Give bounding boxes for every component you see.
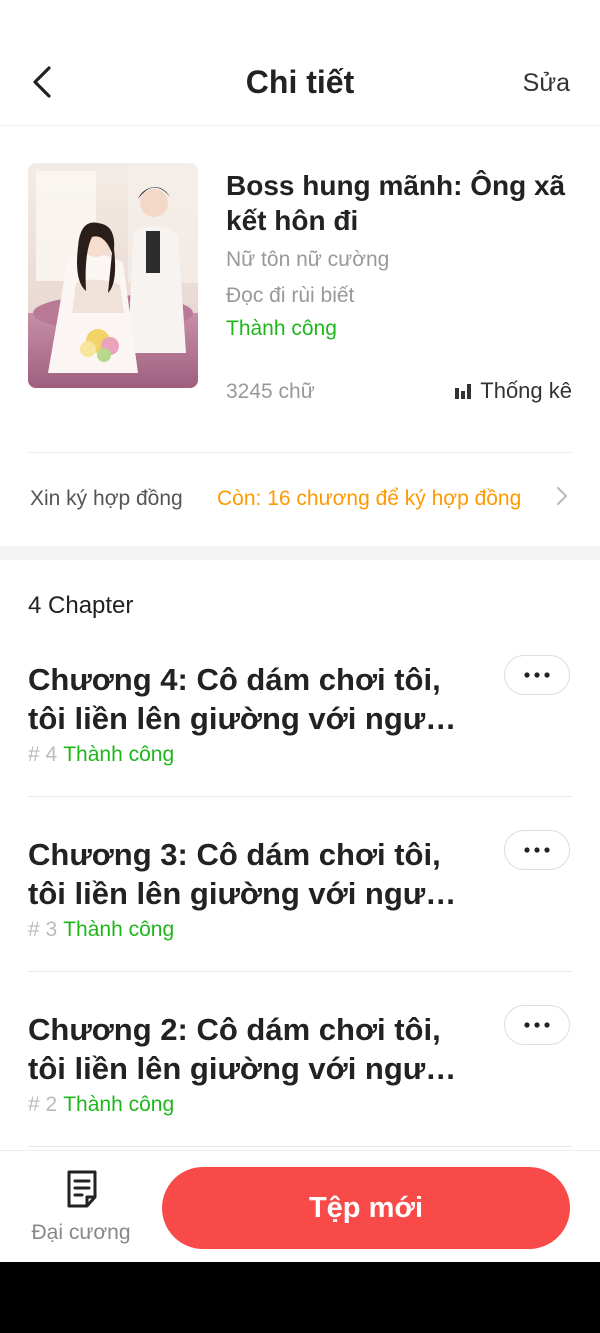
section-gap — [0, 546, 600, 560]
new-chapter-button[interactable]: Tệp mới — [162, 1167, 570, 1249]
chapter-meta: # 4 Thành công — [28, 743, 174, 767]
divider — [28, 796, 572, 797]
stats-button[interactable]: Thống kê — [454, 378, 572, 404]
chapter-item[interactable]: Chương 3: Cô dám chơi tôi, tôi liền lên … — [0, 830, 600, 1010]
document-icon — [67, 1170, 97, 1208]
chapter-number: # 2 — [28, 1093, 58, 1116]
chapter-number: # 3 — [28, 918, 58, 941]
contract-value: Còn: 16 chương để ký hợp đồng — [217, 487, 522, 510]
word-count: 3245 chữ — [226, 380, 315, 403]
chapter-title: Chương 4: Cô dám chơi tôi, tôi liền lên … — [28, 662, 456, 736]
more-dots-icon — [524, 672, 550, 678]
chapter-number: # 4 — [28, 743, 58, 766]
divider — [28, 971, 572, 972]
more-options-button[interactable] — [504, 1005, 570, 1045]
cover-illustration — [28, 163, 198, 388]
more-options-button[interactable] — [504, 830, 570, 870]
chapter-meta: # 2 Thành công — [28, 1093, 174, 1117]
outline-button[interactable]: Đại cương — [28, 1169, 134, 1249]
book-status: Thành công — [226, 317, 337, 340]
navbar: Chi tiết Sửa — [0, 42, 600, 126]
divider — [28, 1146, 572, 1147]
chapter-count: 4 Chapter — [28, 592, 134, 619]
outline-label: Đại cương — [31, 1221, 131, 1244]
chapter-meta: # 3 Thành công — [28, 918, 174, 942]
screen: Chi tiết Sửa Boss hung mãnh: Ông xã kết … — [0, 0, 600, 1262]
more-options-button[interactable] — [504, 655, 570, 695]
chapter-item[interactable]: Chương 4: Cô dám chơi tôi, tôi liền lên … — [0, 655, 600, 835]
more-dots-icon — [524, 1022, 550, 1028]
edit-button[interactable]: Sửa — [523, 69, 570, 98]
bar-chart-icon — [455, 384, 472, 399]
chapter-title: Chương 3: Cô dám chơi tôi, tôi liền lên … — [28, 837, 456, 911]
divider — [28, 452, 572, 453]
chapter-title: Chương 2: Cô dám chơi tôi, tôi liền lên … — [28, 1012, 456, 1086]
chevron-right-icon — [556, 486, 568, 512]
chapter-status: Thành công — [63, 1093, 175, 1116]
bottom-bar: Đại cương Tệp mới — [0, 1150, 600, 1262]
chapter-status: Thành công — [63, 918, 175, 941]
book-cover-image[interactable] — [28, 163, 198, 388]
stats-label: Thống kê — [480, 378, 572, 403]
page-title: Chi tiết — [245, 64, 355, 100]
chapter-status: Thành công — [63, 743, 175, 766]
book-description: Đọc đi rùi biết — [226, 284, 355, 307]
book-genre: Nữ tôn nữ cường — [226, 248, 390, 271]
more-dots-icon — [524, 847, 550, 853]
contract-label: Xin ký hợp đồng — [30, 487, 183, 510]
contract-row[interactable]: Xin ký hợp đồng Còn: 16 chương để ký hợp… — [0, 466, 600, 532]
book-title: Boss hung mãnh: Ông xã kết hôn đi — [226, 170, 566, 236]
book-info: Boss hung mãnh: Ông xã kết hôn đi Nữ tôn… — [0, 126, 600, 546]
